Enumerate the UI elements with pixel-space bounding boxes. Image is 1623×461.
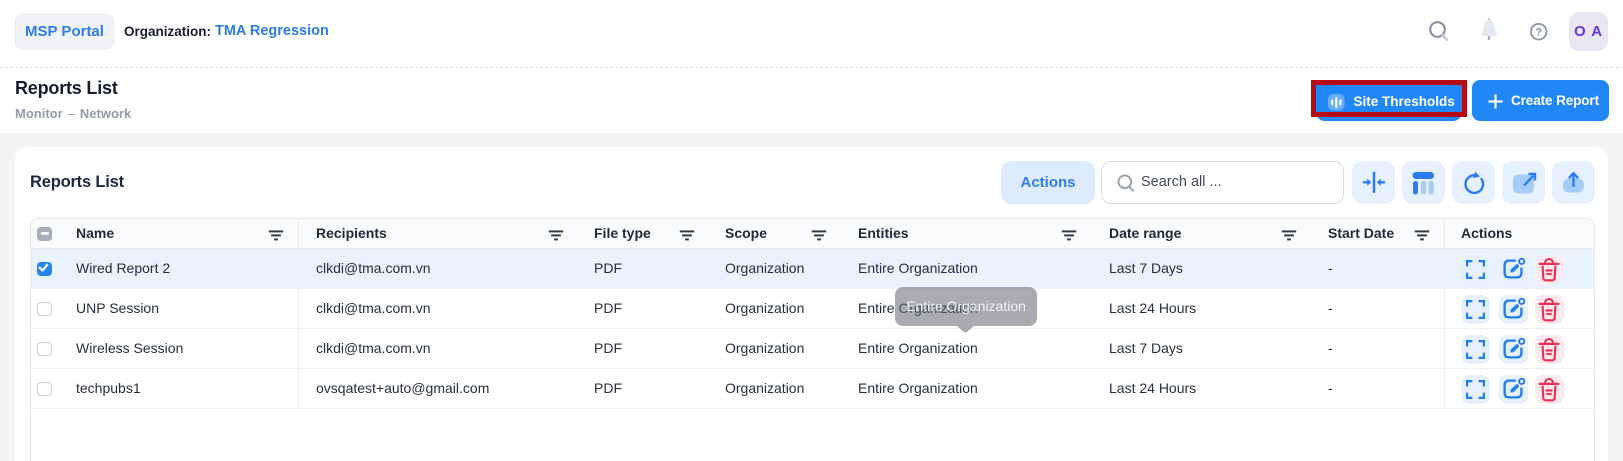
svg-text:?: ? [1535, 27, 1542, 39]
